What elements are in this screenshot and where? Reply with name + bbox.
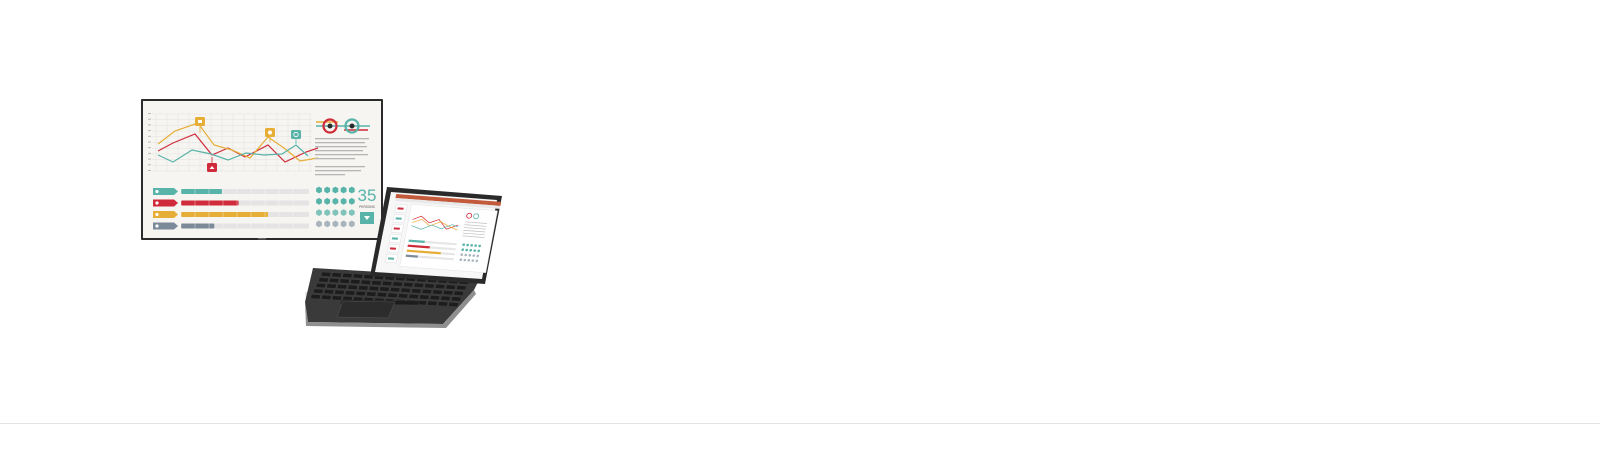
slide-canvas [399,204,498,273]
keyboard-key [313,288,324,294]
text-line [315,170,361,172]
touchpad [336,300,396,319]
keyboard-key [400,287,411,293]
keyboard-key [368,286,379,291]
keyboard-key [329,278,340,283]
stat-caption: PERSONS [359,205,375,209]
monitor-logo [258,238,266,240]
y-tick [148,130,151,132]
keyboard-key [382,281,393,286]
keyboard-key [424,283,435,289]
keyboard-key [326,283,337,289]
keyboard-key [323,289,334,295]
keyboard-key [429,295,440,301]
keyboard-key [358,285,369,291]
page-stage: 35 PERSONS [0,0,1600,461]
section-divider [0,423,1600,424]
keyboard-key [352,273,363,279]
bar-tag-icon [155,212,159,217]
bar-tag-icon [155,201,159,205]
keyboard-key [371,280,382,286]
keyboard-key [390,287,401,293]
keyboard-key [408,294,419,299]
keyboard-key [339,278,350,284]
keyboard-key [453,290,464,296]
keyboard-key [315,283,326,288]
monitor-screen [143,101,381,238]
text-line [315,150,363,152]
text-line [315,154,368,156]
bar-tag-icon [155,189,159,194]
monitor: 35 PERSONS [141,99,383,240]
y-tick [148,158,151,160]
y-tick [148,170,151,171]
keyboard-key [345,290,356,296]
keyboard-key [437,301,448,307]
text-line [315,166,365,168]
keyboard-key [411,288,422,294]
keyboard-key [318,277,329,283]
keyboard-key [419,294,430,300]
keyboard-key [376,292,387,298]
text-line [315,142,365,144]
y-tick [148,118,151,120]
keyboard-key [321,294,332,300]
keyboard-key [392,281,403,287]
keyboard-key [403,282,414,288]
bar-fill [181,189,222,194]
keyboard-key [443,290,454,296]
bar-tag-icon [155,224,159,228]
keyboard-key [342,273,353,278]
keyboard-key [398,293,409,299]
keyboard-key [331,295,342,301]
y-tick [148,113,151,114]
keyboard-key [432,289,443,295]
keyboard-key [350,279,361,285]
keyboard-key [355,291,366,296]
y-tick [148,135,151,137]
keyboard-key [387,292,398,298]
keyboard-key [413,282,424,288]
y-tick [148,164,151,166]
keyboard-key [310,294,321,300]
keyboard-key [445,284,456,290]
keyboard-key [331,272,342,278]
text-line [315,158,355,160]
bar-fill [181,200,239,206]
keyboard-key [360,279,371,285]
stat-number: 35 [358,186,377,205]
keyboard-key [427,300,438,306]
y-tick [148,141,151,143]
keyboard-key [334,289,345,295]
y-tick [148,152,151,154]
keyboard-key [440,295,451,301]
keyboard-key [379,286,390,292]
text-line [315,146,367,148]
keyboard-key [456,285,467,291]
text-line [315,174,345,176]
y-tick [148,124,151,126]
keyboard-key [347,284,358,290]
bar-fill [181,223,215,229]
bar-fill [181,212,269,217]
keyboard-key [421,289,432,294]
keyboard-key [435,284,446,289]
y-tick [148,147,151,149]
keyboard-key [448,302,459,307]
keyboard-key [337,284,348,290]
keyboard-key [366,291,377,297]
download-icon [360,212,374,224]
keyboard-key [451,296,462,302]
keyboard-key [321,271,332,277]
text-line [315,138,369,140]
product-illustration: 35 PERSONS [141,99,502,328]
